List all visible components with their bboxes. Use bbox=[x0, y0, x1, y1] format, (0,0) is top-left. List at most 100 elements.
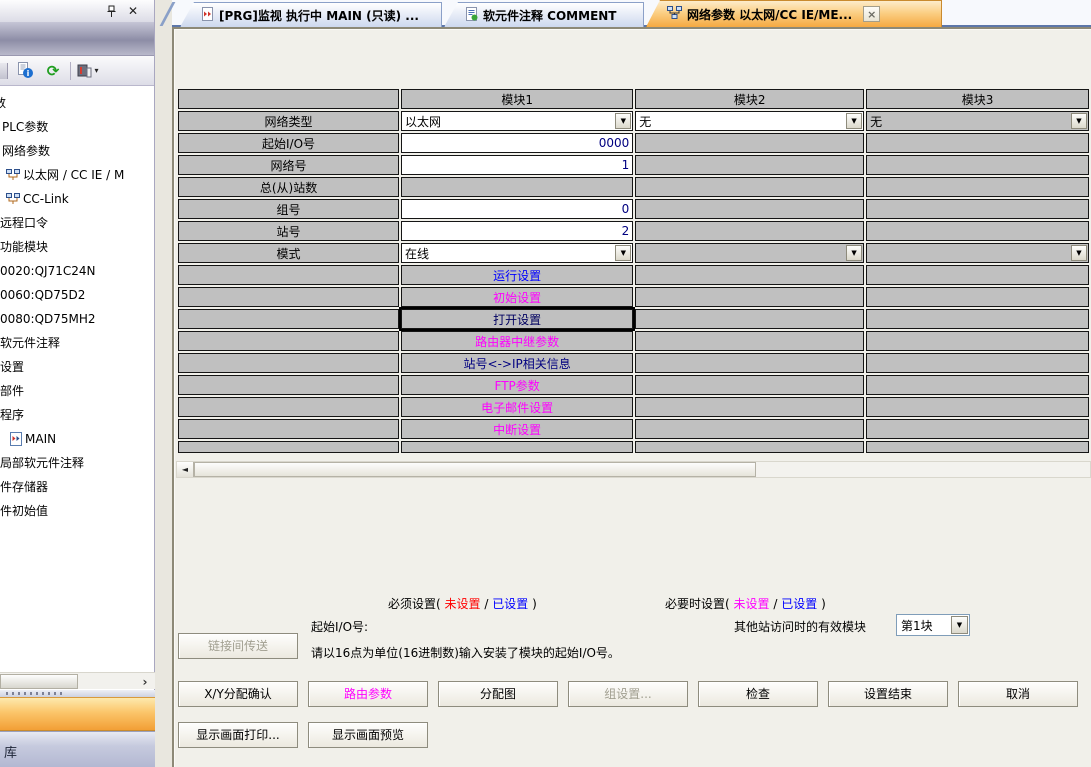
start-io-module2-cell bbox=[635, 133, 864, 153]
tab-close-icon[interactable]: × bbox=[863, 6, 880, 22]
tree-item-global-comment[interactable]: 软元件注释 bbox=[0, 331, 154, 355]
row-mode: 模式 在线▼ ▼ ▼ bbox=[178, 243, 1089, 263]
project-tree: 数 PLC参数 网络参数 以太网 / CC IE / M CC-Link 远程口… bbox=[0, 87, 154, 672]
nav-scrollbar-thumb[interactable] bbox=[0, 674, 78, 689]
tree-item-pou[interactable]: 部件 bbox=[0, 379, 154, 403]
network-type-module2-dropdown[interactable]: 无▼ bbox=[635, 111, 864, 131]
interrupt-setting-link[interactable]: 中断设置 bbox=[401, 419, 633, 439]
ftp-parameter-link[interactable]: FTP参数 bbox=[401, 375, 633, 395]
module-filter-icon[interactable]: ▾ bbox=[77, 61, 99, 81]
tree-item-device-initial[interactable]: 件初始值 bbox=[0, 499, 154, 523]
station-no-module3-cell bbox=[866, 221, 1089, 241]
cancel-button[interactable]: 取消 bbox=[958, 681, 1078, 707]
interlink-transfer-button[interactable]: 链接间传送 bbox=[178, 633, 298, 659]
start-io-label: 起始I/O号: bbox=[311, 618, 368, 635]
print-window-button[interactable]: 显示画面打印... bbox=[178, 722, 298, 748]
print-preview-button[interactable]: 显示画面预览 bbox=[308, 722, 428, 748]
mode-module2-dropdown[interactable]: ▼ bbox=[635, 243, 864, 263]
group-no-module3-cell bbox=[866, 199, 1089, 219]
total-stations-module1-cell bbox=[401, 177, 633, 197]
nav-view-button-library[interactable]: 库 bbox=[0, 731, 155, 767]
tab-prg-monitor[interactable]: [PRG]监视 执行中 MAIN (只读) ... bbox=[180, 2, 442, 27]
mode-module3-dropdown[interactable]: ▼ bbox=[866, 243, 1089, 263]
start-io-hint: 请以16点为单位(16进制数)输入安装了模块的起始I/O号。 bbox=[311, 644, 620, 661]
pin-icon[interactable] bbox=[104, 4, 118, 18]
email-setting-link[interactable]: 电子邮件设置 bbox=[401, 397, 633, 417]
group-no-module2-cell bbox=[635, 199, 864, 219]
nav-splitter[interactable] bbox=[0, 690, 155, 697]
chevron-down-icon[interactable]: ▼ bbox=[615, 245, 631, 261]
station-no-module1-input[interactable]: 2 bbox=[401, 221, 633, 241]
doc-info-icon[interactable]: i bbox=[14, 61, 36, 81]
network-no-module1-input[interactable]: 1 bbox=[401, 155, 633, 175]
tab-label: [PRG]监视 执行中 MAIN (只读) ... bbox=[219, 7, 419, 24]
end-setting-button[interactable]: 设置结束 bbox=[828, 681, 948, 707]
clipped-toolbar-icon bbox=[0, 63, 8, 79]
group-setting-button[interactable]: 组设置... bbox=[568, 681, 688, 707]
routing-parameter-button[interactable]: 路由参数 bbox=[308, 681, 428, 707]
initial-setting-link[interactable]: 初始设置 bbox=[401, 287, 633, 307]
chevron-down-icon[interactable]: ▼ bbox=[1071, 245, 1087, 261]
required-unset-label: 未设置 bbox=[445, 597, 481, 611]
required-set-label: 已设置 bbox=[492, 597, 528, 611]
tree-item-plc-parameter[interactable]: PLC参数 bbox=[0, 115, 154, 139]
row-operation-setting: 运行设置 bbox=[178, 265, 1089, 285]
router-relay-link[interactable]: 路由器中继参数 bbox=[401, 331, 633, 351]
row-start-io: 起始I/O号 0000 bbox=[178, 133, 1089, 153]
chevron-down-icon[interactable]: ▼ bbox=[951, 616, 968, 634]
tab-label: 网络参数 以太网/CC IE/ME... bbox=[687, 6, 852, 23]
chevron-down-icon[interactable]: ▼ bbox=[1071, 113, 1087, 129]
refresh-icon[interactable]: ⟳ bbox=[42, 61, 64, 81]
network-type-module3-dropdown[interactable]: 无▼ bbox=[866, 111, 1089, 131]
chevron-down-icon[interactable]: ▼ bbox=[615, 113, 631, 129]
table-horizontal-scrollbar[interactable]: ◄ bbox=[176, 461, 1091, 478]
assignment-image-button[interactable]: 分配图 bbox=[438, 681, 558, 707]
panel-header-band bbox=[0, 22, 154, 56]
row-open-setting: 打开设置 bbox=[178, 309, 1089, 329]
valid-module-label: 其他站访问时的有效模块 bbox=[734, 618, 866, 635]
nav-view-button-project[interactable] bbox=[0, 697, 155, 731]
network-param-icon bbox=[667, 6, 682, 22]
xy-assignment-button[interactable]: X/Y分配确认 bbox=[178, 681, 298, 707]
check-button[interactable]: 检查 bbox=[698, 681, 818, 707]
tree-item-module-0060[interactable]: 0060:QD75D2 bbox=[0, 283, 154, 307]
library-label: 库 bbox=[4, 742, 17, 761]
network-type-module1-dropdown[interactable]: 以太网▼ bbox=[401, 111, 633, 131]
close-icon[interactable]: ✕ bbox=[126, 4, 140, 18]
network-no-module3-cell bbox=[866, 155, 1089, 175]
tree-item-network-parameter[interactable]: 网络参数 bbox=[0, 139, 154, 163]
tree-item-program[interactable]: 程序 bbox=[0, 403, 154, 427]
tree-item-intelligent-module[interactable]: 功能模块 bbox=[0, 235, 154, 259]
tab-label: 软元件注释 COMMENT bbox=[483, 7, 617, 24]
table-scroll-left-arrow[interactable]: ◄ bbox=[177, 462, 194, 477]
chevron-down-icon[interactable]: ▼ bbox=[846, 113, 862, 129]
table-scrollbar-thumb[interactable] bbox=[194, 462, 756, 477]
tab-network-parameter[interactable]: 网络参数 以太网/CC IE/ME... × bbox=[646, 0, 942, 27]
chevron-down-icon[interactable]: ▼ bbox=[846, 245, 862, 261]
tab-device-comment[interactable]: 软元件注释 COMMENT bbox=[444, 2, 644, 27]
tree-item-ethernet-ccie[interactable]: 以太网 / CC IE / M bbox=[0, 163, 154, 187]
tree-item-parameter[interactable]: 数 bbox=[0, 91, 154, 115]
tree-item-device-memory[interactable]: 件存储器 bbox=[0, 475, 154, 499]
tree-item-program-setting[interactable]: 设置 bbox=[0, 355, 154, 379]
tree-item-module-0020[interactable]: 0020:QJ71C24N bbox=[0, 259, 154, 283]
gx-works2-window: ✕ i ⟳ ▾ 数 PLC参数 网络参数 以太网 / CC IE / M bbox=[0, 0, 1091, 767]
row-network-no: 网络号 1 bbox=[178, 155, 1089, 175]
valid-module-value: 第1块 bbox=[897, 617, 951, 634]
mode-module1-dropdown[interactable]: 在线▼ bbox=[401, 243, 633, 263]
network-parameter-table: 模块1 模块2 模块3 网络类型 以太网▼ 无▼ 无▼ 起始I/O号 0000 … bbox=[176, 87, 1091, 455]
tree-item-main[interactable]: MAIN bbox=[0, 427, 154, 451]
station-ip-link[interactable]: 站号<->IP相关信息 bbox=[401, 353, 633, 373]
operation-setting-link[interactable]: 运行设置 bbox=[401, 265, 633, 285]
group-no-module1-input[interactable]: 0 bbox=[401, 199, 633, 219]
open-setting-link[interactable]: 打开设置 bbox=[401, 309, 633, 329]
nav-horizontal-scrollbar[interactable]: › bbox=[0, 672, 155, 689]
tree-item-local-comment[interactable]: 局部软元件注释 bbox=[0, 451, 154, 475]
tree-item-module-0080[interactable]: 0080:QD75MH2 bbox=[0, 307, 154, 331]
valid-module-select[interactable]: 第1块 ▼ bbox=[896, 614, 970, 636]
tree-item-cclink[interactable]: CC-Link bbox=[0, 187, 154, 211]
nav-scroll-right-arrow[interactable]: › bbox=[135, 673, 155, 690]
start-io-module1-input[interactable]: 0000 bbox=[401, 133, 633, 153]
row-interrupt: 中断设置 bbox=[178, 419, 1089, 439]
tree-item-remote-password[interactable]: 远程口令 bbox=[0, 211, 154, 235]
